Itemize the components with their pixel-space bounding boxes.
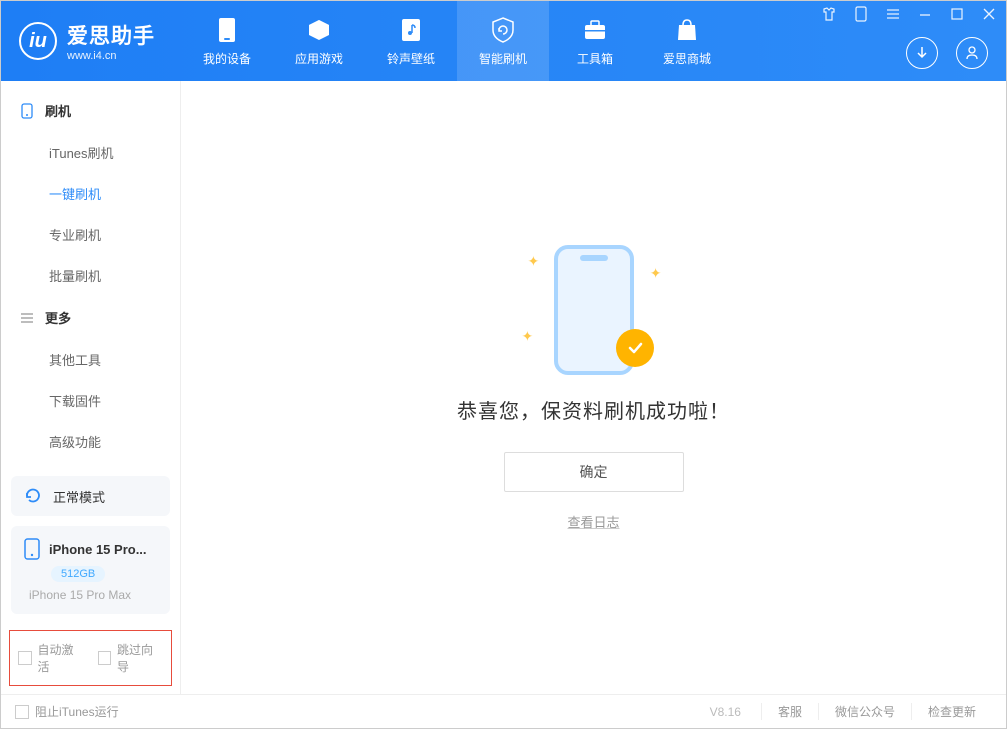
main-nav: 我的设备 应用游戏 铃声壁纸 智能刷机 工具箱 爱思商城 <box>181 1 733 81</box>
checkbox-icon <box>18 651 32 665</box>
sidebar-group-more[interactable]: 更多 <box>1 296 180 339</box>
nav-my-device[interactable]: 我的设备 <box>181 1 273 81</box>
block-itunes-checkbox[interactable]: 阻止iTunes运行 <box>15 703 119 720</box>
app-header: iu 爱思助手 www.i4.cn 我的设备 应用游戏 铃声壁纸 智能刷机 <box>1 1 1006 81</box>
device-name: iPhone 15 Pro... <box>49 542 147 557</box>
app-title: 爱思助手 <box>67 20 155 50</box>
minimize-icon[interactable] <box>914 3 936 25</box>
nav-label: 工具箱 <box>577 50 613 67</box>
menu-icon[interactable] <box>882 3 904 25</box>
app-subtitle: www.i4.cn <box>67 50 155 62</box>
checkbox-label: 跳过向导 <box>117 641 163 675</box>
window-controls <box>818 3 1000 25</box>
sidebar-item-other-tools[interactable]: 其他工具 <box>1 339 180 380</box>
checkbox-icon <box>15 705 29 719</box>
sparkle-icon: ✦ <box>528 253 540 270</box>
skip-wizard-checkbox[interactable]: 跳过向导 <box>98 641 164 675</box>
nav-store[interactable]: 爱思商城 <box>641 1 733 81</box>
options-box: 自动激活 跳过向导 <box>9 630 172 686</box>
main-content: ✦ ✦ ✦ 恭喜您，保资料刷机成功啦！ 确定 查看日志 <box>181 81 1006 694</box>
sidebar-item-itunes-flash[interactable]: iTunes刷机 <box>1 132 180 173</box>
phone-icon <box>213 16 241 44</box>
cube-icon <box>305 16 333 44</box>
flash-icon <box>19 103 35 119</box>
checkbox-icon <box>98 651 112 665</box>
nav-label: 我的设备 <box>203 50 251 67</box>
sidebar-group-title: 刷机 <box>45 101 71 120</box>
close-icon[interactable] <box>978 3 1000 25</box>
nav-label: 铃声壁纸 <box>387 50 435 67</box>
header-right <box>906 37 988 69</box>
sparkle-icon: ✦ <box>650 265 662 282</box>
ok-button[interactable]: 确定 <box>504 452 684 492</box>
sidebar-item-advanced[interactable]: 高级功能 <box>1 421 180 462</box>
device-model: iPhone 15 Pro Max <box>29 588 158 602</box>
sidebar-group-title: 更多 <box>45 308 71 327</box>
nav-label: 智能刷机 <box>479 50 527 67</box>
user-button[interactable] <box>956 37 988 69</box>
phone-icon <box>23 538 41 560</box>
nav-toolbox[interactable]: 工具箱 <box>549 1 641 81</box>
list-icon <box>19 310 35 326</box>
sidebar: 刷机 iTunes刷机 一键刷机 专业刷机 批量刷机 更多 其他工具 下载固件 … <box>1 81 181 694</box>
download-button[interactable] <box>906 37 938 69</box>
nav-apps-games[interactable]: 应用游戏 <box>273 1 365 81</box>
sidebar-item-oneclick-flash[interactable]: 一键刷机 <box>1 173 180 214</box>
shopping-bag-icon <box>673 16 701 44</box>
check-badge-icon <box>616 329 654 367</box>
footer: 阻止iTunes运行 V8.16 客服 微信公众号 检查更新 <box>1 694 1006 728</box>
storage-badge: 512GB <box>51 566 105 582</box>
checkbox-label: 自动激活 <box>38 641 84 675</box>
device-info[interactable]: iPhone 15 Pro... 512GB iPhone 15 Pro Max <box>11 526 170 614</box>
mode-status[interactable]: 正常模式 <box>11 476 170 516</box>
view-log-link[interactable]: 查看日志 <box>567 512 619 531</box>
nav-label: 爱思商城 <box>663 50 711 67</box>
toolbox-icon <box>581 16 609 44</box>
footer-check-update[interactable]: 检查更新 <box>911 703 992 720</box>
checkbox-label: 阻止iTunes运行 <box>35 703 119 720</box>
nav-label: 应用游戏 <box>295 50 343 67</box>
nav-smart-flash[interactable]: 智能刷机 <box>457 1 549 81</box>
nav-ringtones[interactable]: 铃声壁纸 <box>365 1 457 81</box>
music-icon <box>397 16 425 44</box>
auto-activate-checkbox[interactable]: 自动激活 <box>18 641 84 675</box>
shield-refresh-icon <box>489 16 517 44</box>
footer-wechat[interactable]: 微信公众号 <box>818 703 911 720</box>
logo-icon: iu <box>19 22 57 60</box>
sidebar-group-flash[interactable]: 刷机 <box>1 89 180 132</box>
sidebar-item-pro-flash[interactable]: 专业刷机 <box>1 214 180 255</box>
version-label: V8.16 <box>710 705 741 719</box>
mobile-icon[interactable] <box>850 3 872 25</box>
sidebar-item-batch-flash[interactable]: 批量刷机 <box>1 255 180 296</box>
maximize-icon[interactable] <box>946 3 968 25</box>
refresh-icon <box>23 486 43 506</box>
mode-label: 正常模式 <box>53 487 105 506</box>
success-illustration: ✦ ✦ ✦ <box>514 245 674 375</box>
footer-customer-service[interactable]: 客服 <box>761 703 818 720</box>
logo: iu 爱思助手 www.i4.cn <box>1 20 181 62</box>
success-title: 恭喜您，保资料刷机成功啦！ <box>457 395 730 424</box>
skin-icon[interactable] <box>818 3 840 25</box>
sparkle-icon: ✦ <box>522 328 534 345</box>
sidebar-item-download-firmware[interactable]: 下载固件 <box>1 380 180 421</box>
